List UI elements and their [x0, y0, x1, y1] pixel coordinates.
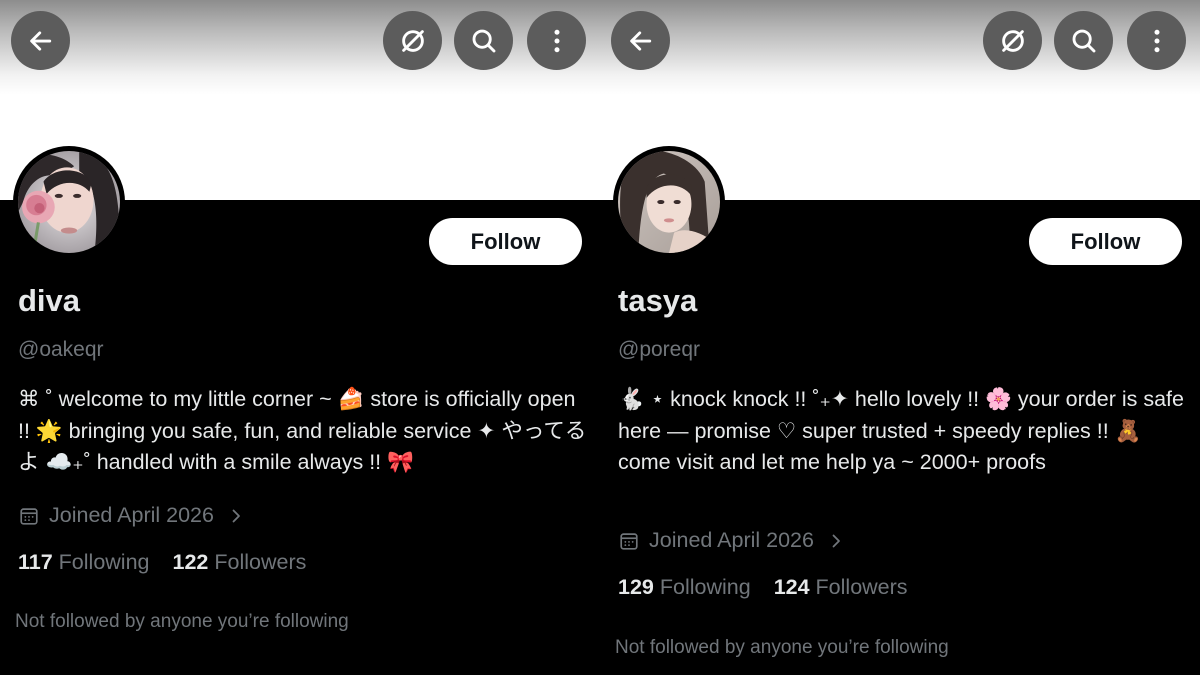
- calendar-icon: [18, 505, 40, 527]
- follow-stats: 129 Following 124 Followers: [618, 575, 908, 600]
- display-name: tasya: [618, 283, 698, 318]
- bio: 🐇 ⋆ knock knock !! ˚₊✦ hello lovely !! 🌸…: [618, 387, 1184, 474]
- follow-button[interactable]: Follow: [429, 218, 582, 265]
- avatar-photo: [618, 151, 720, 253]
- not-followed-note: Not followed by anyone you’re following: [15, 611, 349, 632]
- following-label: Following: [659, 575, 751, 599]
- more-button[interactable]: [527, 11, 586, 70]
- bio: ⌘ ˚ welcome to my little corner ~ 🍰 stor…: [18, 387, 587, 474]
- profile-panel-tasya: Follow tasya @poreqr 🐇 ⋆ knock knock !! …: [600, 0, 1200, 675]
- search-icon: [1072, 29, 1095, 52]
- avatar[interactable]: [613, 146, 725, 258]
- chevron-right-icon: [828, 533, 844, 549]
- profile-panel-diva: Follow diva @oakeqr ⌘ ˚ welcome to my li…: [0, 0, 600, 675]
- avatar-photo: [18, 151, 120, 253]
- display-name: diva: [18, 283, 81, 318]
- screenshot-stage: Follow diva @oakeqr ⌘ ˚ welcome to my li…: [0, 0, 1200, 675]
- following-link[interactable]: 117 Following: [18, 550, 150, 575]
- followers-link[interactable]: 122 Followers: [173, 550, 307, 575]
- following-link[interactable]: 129 Following: [618, 575, 751, 600]
- search-icon: [472, 29, 495, 52]
- grok-icon: [401, 29, 424, 52]
- arrow-left-icon: [29, 30, 51, 51]
- avatar[interactable]: [13, 146, 125, 258]
- follow-stats: 117 Following 122 Followers: [18, 550, 306, 575]
- followers-label: Followers: [214, 550, 307, 574]
- followers-link[interactable]: 124 Followers: [774, 575, 908, 600]
- not-followed-note: Not followed by anyone you’re following: [615, 637, 949, 658]
- joined-date[interactable]: Joined April 2026: [618, 528, 844, 553]
- search-button[interactable]: [1054, 11, 1113, 70]
- followers-count: 122: [172, 550, 209, 574]
- more-vertical-icon: [554, 29, 559, 52]
- arrow-left-icon: [629, 30, 651, 51]
- more-vertical-icon: [1154, 29, 1159, 52]
- followers-count: 124: [773, 575, 810, 599]
- grok-icon: [1001, 29, 1024, 52]
- calendar-icon: [618, 530, 640, 552]
- back-button[interactable]: [611, 11, 670, 70]
- following-label: Following: [58, 550, 150, 574]
- grok-button[interactable]: [383, 11, 442, 70]
- more-button[interactable]: [1127, 11, 1186, 70]
- handle: @oakeqr: [18, 338, 104, 361]
- search-button[interactable]: [454, 11, 513, 70]
- back-button[interactable]: [11, 11, 70, 70]
- joined-label: Joined April 2026: [649, 528, 814, 552]
- handle: @poreqr: [618, 338, 701, 361]
- joined-date[interactable]: Joined April 2026: [18, 503, 244, 528]
- following-count: 129: [618, 575, 654, 599]
- followers-label: Followers: [815, 575, 908, 599]
- following-count: 117: [18, 550, 53, 574]
- follow-button[interactable]: Follow: [1029, 218, 1182, 265]
- grok-button[interactable]: [983, 11, 1042, 70]
- chevron-right-icon: [228, 508, 244, 524]
- joined-label: Joined April 2026: [49, 503, 214, 527]
